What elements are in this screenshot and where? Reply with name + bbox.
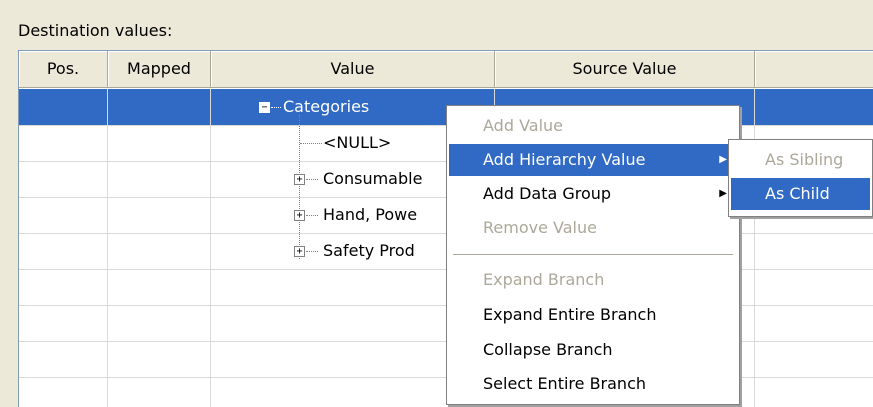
menu-item-add-hierarchy-value[interactable]: Add Hierarchy Value ▶: [449, 144, 737, 176]
tree-node-categories[interactable]: Categories: [283, 89, 369, 125]
tree-node-hand-power[interactable]: Hand, Powe: [323, 197, 417, 233]
menu-item-label: Expand Branch: [483, 270, 605, 289]
column-header-pos[interactable]: Pos.: [19, 51, 108, 88]
grid-header: Pos. Mapped Value Source Value: [19, 51, 873, 89]
menu-item-expand-entire-branch[interactable]: Expand Entire Branch: [449, 299, 737, 331]
menu-item-expand-branch[interactable]: Expand Branch: [449, 264, 737, 296]
menu-item-remove-value[interactable]: Remove Value: [449, 212, 737, 244]
menu-item-label: Add Value: [483, 116, 563, 135]
menu-item-label: As Sibling: [765, 150, 844, 169]
destination-values-label: Destination values:: [18, 21, 173, 40]
tree-connector: [300, 143, 322, 144]
submenu-item-as-sibling[interactable]: As Sibling: [731, 144, 870, 176]
collapse-icon[interactable]: −: [259, 102, 270, 113]
menu-item-add-data-group[interactable]: Add Data Group ▶: [449, 178, 737, 210]
menu-item-add-value[interactable]: Add Value: [449, 110, 737, 142]
column-header-mapped[interactable]: Mapped: [108, 51, 211, 88]
submenu-arrow-icon: ▶: [719, 154, 727, 165]
column-header-value[interactable]: Value: [211, 51, 495, 88]
column-divider: [754, 89, 755, 407]
menu-item-label: Remove Value: [483, 218, 597, 237]
menu-item-collapse-branch[interactable]: Collapse Branch: [449, 334, 737, 366]
tree-connector: [306, 179, 318, 180]
menu-item-label: As Child: [765, 184, 830, 203]
menu-item-label: Add Data Group: [483, 184, 612, 203]
expand-icon[interactable]: +: [294, 174, 305, 185]
column-divider: [107, 89, 108, 407]
tree-node-null[interactable]: <NULL>: [323, 125, 391, 161]
menu-item-label: Collapse Branch: [483, 340, 613, 359]
menu-item-label: Expand Entire Branch: [483, 305, 657, 324]
column-header-extra[interactable]: [755, 51, 873, 88]
column-header-source-value[interactable]: Source Value: [495, 51, 755, 88]
menu-item-label: Add Hierarchy Value: [483, 150, 646, 169]
tree-node-safety-products[interactable]: Safety Prod: [323, 233, 415, 269]
submenu: As Sibling As Child: [728, 139, 873, 217]
tree-connector: [271, 107, 281, 108]
tree-connector: [306, 251, 318, 252]
menu-item-select-entire-branch[interactable]: Select Entire Branch: [449, 368, 737, 400]
submenu-item-as-child[interactable]: As Child: [731, 178, 870, 210]
menu-item-label: Select Entire Branch: [483, 374, 647, 393]
submenu-arrow-icon: ▶: [719, 188, 727, 199]
tree-connector: [299, 115, 300, 259]
expand-icon[interactable]: +: [294, 246, 305, 257]
context-menu: Add Value Add Hierarchy Value ▶ Add Data …: [446, 105, 740, 405]
tree-connector: [306, 215, 318, 216]
menu-separator: [453, 254, 733, 255]
tree-node-consumable[interactable]: Consumable: [323, 161, 422, 197]
expand-icon[interactable]: +: [294, 210, 305, 221]
column-divider: [210, 89, 211, 407]
